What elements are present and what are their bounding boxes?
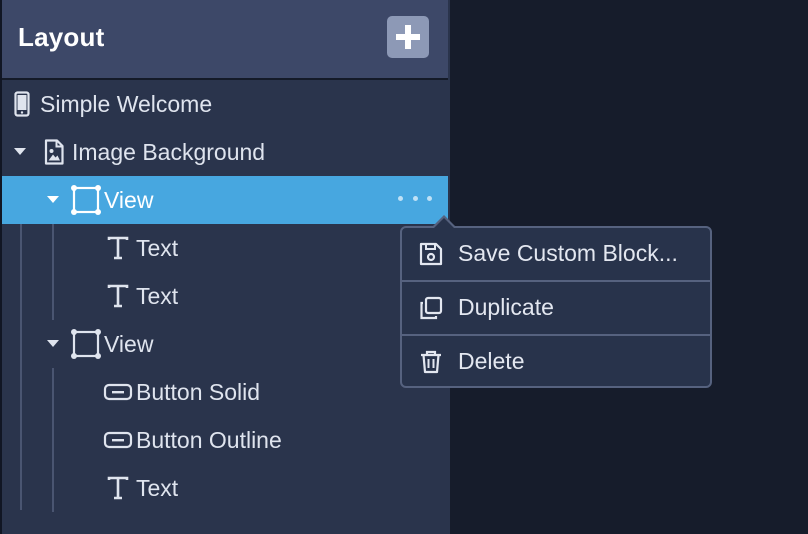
tree-item-label: Button Outline xyxy=(136,427,282,453)
context-menu: Save Custom Block... Duplicate Delete xyxy=(400,226,712,388)
mobile-device-icon xyxy=(12,80,32,128)
view-frame-icon xyxy=(71,320,101,368)
caret-down-icon[interactable] xyxy=(45,176,61,224)
menu-item-label: Delete xyxy=(458,348,525,374)
add-block-button[interactable] xyxy=(387,16,429,58)
tree-item-button-solid[interactable]: Button Solid xyxy=(2,368,448,416)
menu-item-label: Save Custom Block... xyxy=(458,240,678,266)
tree-item-label: Simple Welcome xyxy=(40,91,213,117)
tree-item-text[interactable]: Text xyxy=(2,464,448,512)
tree-item-text[interactable]: Text xyxy=(2,272,448,320)
view-frame-icon xyxy=(71,176,101,224)
text-icon xyxy=(106,224,130,272)
tree-item-label: View xyxy=(104,187,154,213)
tree-item-label: Text xyxy=(136,283,179,309)
tree-item-text[interactable]: Text xyxy=(2,224,448,272)
caret-down-icon[interactable] xyxy=(12,128,28,176)
tree-item-view-selected[interactable]: View xyxy=(2,176,448,224)
tree-item-label: View xyxy=(104,331,154,357)
tree-item-simple-welcome[interactable]: Simple Welcome xyxy=(2,80,448,128)
context-menu-arrow-fill xyxy=(434,218,454,228)
panel-title: Layout xyxy=(18,22,105,52)
duplicate-icon xyxy=(420,296,443,320)
caret-down-icon[interactable] xyxy=(45,320,61,368)
panel-header: Layout xyxy=(2,0,448,80)
trash-icon xyxy=(421,350,441,374)
image-file-icon xyxy=(43,128,65,176)
text-icon xyxy=(106,272,130,320)
tree-item-label: Button Solid xyxy=(136,379,261,405)
tree-item-button-outline[interactable]: Button Outline xyxy=(2,416,448,464)
text-icon xyxy=(106,464,130,512)
layout-panel: Layout Simple Welcome Image Background V… xyxy=(0,0,450,534)
tree-item-label: Text xyxy=(136,235,179,261)
tree-item-label: Text xyxy=(136,475,179,501)
button-icon xyxy=(103,368,133,416)
plus-icon xyxy=(396,25,420,49)
more-options-icon[interactable] xyxy=(398,186,432,210)
tree-item-image-background[interactable]: Image Background xyxy=(2,128,448,176)
app-window: Layout Simple Welcome Image Background V… xyxy=(0,0,808,534)
delete-menu-item[interactable]: Delete xyxy=(402,336,710,388)
save-icon xyxy=(419,242,443,266)
menu-item-label: Duplicate xyxy=(458,294,554,320)
save-custom-block-menu-item[interactable]: Save Custom Block... xyxy=(402,228,710,280)
button-icon xyxy=(103,416,133,464)
tree-item-view[interactable]: View xyxy=(2,320,448,368)
duplicate-menu-item[interactable]: Duplicate xyxy=(402,282,710,334)
tree-item-label: Image Background xyxy=(72,139,266,165)
